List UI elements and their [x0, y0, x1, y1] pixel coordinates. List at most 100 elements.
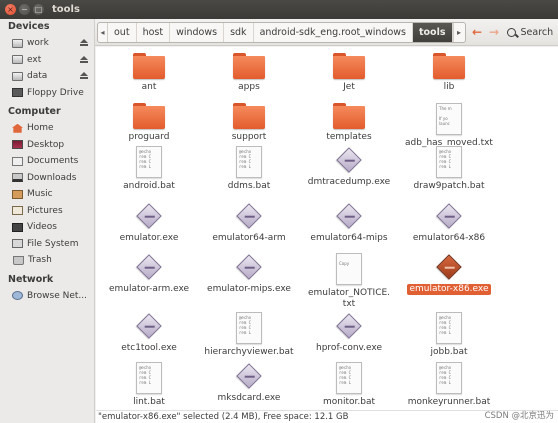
- breadcrumb-scroll-right-icon[interactable]: ▸: [452, 22, 465, 42]
- sidebar-item-trash[interactable]: Trash: [0, 252, 94, 269]
- file-item[interactable]: Copy emulator_NOTICE. txt: [299, 253, 399, 310]
- file-item[interactable]: support: [199, 103, 299, 143]
- search-button[interactable]: Search: [506, 27, 553, 38]
- sidebar-item-file-system[interactable]: File System: [0, 236, 94, 253]
- file-name-label: lib: [443, 82, 455, 92]
- file-item[interactable]: @echo rem C rem C rem L lint.bat: [99, 362, 199, 408]
- sidebar-item-videos[interactable]: Videos: [0, 219, 94, 236]
- text-file-icon: The m If yo launc: [436, 103, 462, 135]
- file-item[interactable]: dmtracedump.exe: [299, 146, 399, 188]
- batch-file-icon: @echo rem C rem C rem L: [436, 312, 462, 344]
- file-name-label: monkeyrunner.bat: [407, 397, 491, 407]
- sidebar: Devices work ext data Floppy Drive Computer…: [0, 19, 95, 423]
- folder-icon: [233, 103, 265, 129]
- sidebar-item-label: Pictures: [27, 205, 63, 216]
- file-item[interactable]: emulator.exe: [99, 202, 199, 244]
- file-name-label: ant: [141, 82, 157, 92]
- batch-file-icon: @echo rem C rem C rem L: [236, 312, 262, 344]
- file-name-label: emulator64-arm: [212, 233, 286, 243]
- file-name-label: ddms.bat: [227, 181, 271, 191]
- sidebar-item-data[interactable]: data: [0, 68, 94, 85]
- sidebar-item-downloads[interactable]: Downloads: [0, 170, 94, 187]
- file-name-label: emulator-arm.exe: [108, 284, 190, 294]
- file-item[interactable]: Jet: [299, 53, 399, 93]
- sidebar-header-devices: Devices: [8, 21, 50, 32]
- sidebar-item-work[interactable]: work: [0, 35, 94, 52]
- sidebar-item-label: Downloads: [27, 172, 77, 183]
- documents-icon: [12, 156, 23, 166]
- file-item[interactable]: hprof-conv.exe: [299, 312, 399, 354]
- navigation-buttons: ← →: [469, 23, 503, 42]
- file-item[interactable]: etc1tool.exe: [99, 312, 199, 354]
- minimize-window-button[interactable]: −: [19, 4, 30, 15]
- batch-file-icon: @echo rem C rem C rem L: [136, 146, 162, 178]
- file-item[interactable]: emulator64-x86: [399, 202, 499, 244]
- sidebar-item-pictures[interactable]: Pictures: [0, 203, 94, 220]
- folder-icon: [133, 53, 165, 79]
- executable-icon: [435, 253, 463, 281]
- file-item[interactable]: proguard: [99, 103, 199, 143]
- breadcrumb-item-out[interactable]: out: [108, 22, 137, 42]
- file-item[interactable]: @echo rem C rem C rem L draw9patch.bat: [399, 146, 499, 192]
- file-item[interactable]: emulator-arm.exe: [99, 253, 199, 295]
- file-item[interactable]: @echo rem C rem C rem L jobb.bat: [399, 312, 499, 358]
- close-window-button[interactable]: ×: [5, 4, 16, 15]
- breadcrumb-item-windows[interactable]: windows: [170, 22, 225, 42]
- file-item[interactable]: @echo rem C rem C rem L monitor.bat: [299, 362, 399, 408]
- eject-icon[interactable]: [80, 72, 88, 80]
- sidebar-item-desktop[interactable]: Desktop: [0, 137, 94, 154]
- breadcrumb-item-android-sdk-eng-root-windows[interactable]: android-sdk_eng.root_windows: [254, 22, 413, 42]
- back-arrow-icon[interactable]: ←: [469, 23, 486, 42]
- file-item[interactable]: emulator-x86.exe: [399, 253, 499, 295]
- sidebar-item-ext[interactable]: ext: [0, 52, 94, 69]
- file-item[interactable]: @echo rem C rem C rem L android.bat: [99, 146, 199, 192]
- file-item[interactable]: mksdcard.exe: [199, 362, 299, 404]
- file-name-label: apps: [238, 82, 260, 92]
- breadcrumb-item-tools[interactable]: tools: [412, 22, 453, 42]
- file-item[interactable]: The m If yo launc adb_has_moved.txt: [399, 103, 499, 149]
- breadcrumb: ◂ out host windows sdk android-sdk_eng.root_…: [97, 21, 466, 43]
- breadcrumb-item-host[interactable]: host: [137, 22, 171, 42]
- file-item[interactable]: ant: [99, 53, 199, 93]
- sidebar-item-home[interactable]: Home: [0, 120, 94, 137]
- sidebar-item-documents[interactable]: Documents: [0, 153, 94, 170]
- desktop-icon: [12, 140, 23, 150]
- eject-icon[interactable]: [80, 39, 88, 47]
- breadcrumb-item-sdk[interactable]: sdk: [224, 22, 254, 42]
- eject-icon[interactable]: [80, 55, 88, 64]
- file-item[interactable]: @echo rem C rem C rem L monkeyrunner.bat: [399, 362, 499, 408]
- videos-icon: [12, 222, 23, 232]
- file-item[interactable]: emulator64-arm: [199, 202, 299, 244]
- file-name-label: emulator.exe: [119, 233, 179, 243]
- maximize-window-button[interactable]: □: [33, 4, 44, 15]
- sidebar-item-music[interactable]: Music: [0, 186, 94, 203]
- downloads-icon: [12, 173, 23, 183]
- executable-icon: [235, 202, 263, 230]
- window-title: tools: [52, 4, 80, 15]
- batch-file-icon: @echo rem C rem C rem L: [136, 362, 162, 394]
- sidebar-item-browse-net[interactable]: Browse Net...: [0, 288, 94, 305]
- file-item[interactable]: apps: [199, 53, 299, 93]
- sidebar-item-floppy-drive[interactable]: Floppy Drive: [0, 85, 94, 102]
- search-icon: [506, 27, 516, 37]
- file-item[interactable]: @echo rem C rem C rem L hierarchyviewer.b…: [199, 312, 299, 358]
- file-item[interactable]: templates: [299, 103, 399, 143]
- file-name-label: android.bat: [123, 181, 175, 191]
- home-icon: [12, 123, 23, 133]
- breadcrumb-scroll-left-icon[interactable]: ◂: [98, 22, 108, 42]
- sidebar-item-label: data: [27, 71, 48, 82]
- file-item[interactable]: lib: [399, 53, 499, 93]
- folder-icon: [433, 53, 465, 79]
- forward-arrow-icon[interactable]: →: [486, 23, 503, 42]
- executable-icon: [335, 312, 363, 340]
- sidebar-item-label: Floppy Drive: [27, 87, 84, 98]
- file-item[interactable]: emulator64-mips: [299, 202, 399, 244]
- file-name-label: etc1tool.exe: [121, 343, 177, 353]
- sidebar-item-label: Videos: [27, 222, 57, 233]
- drive-icon: [12, 38, 23, 48]
- trash-icon: [13, 255, 24, 265]
- folder-icon: [333, 103, 365, 129]
- file-item[interactable]: @echo rem C rem C rem L ddms.bat: [199, 146, 299, 192]
- file-name-label: templates: [326, 132, 372, 142]
- file-item[interactable]: emulator-mips.exe: [199, 253, 299, 295]
